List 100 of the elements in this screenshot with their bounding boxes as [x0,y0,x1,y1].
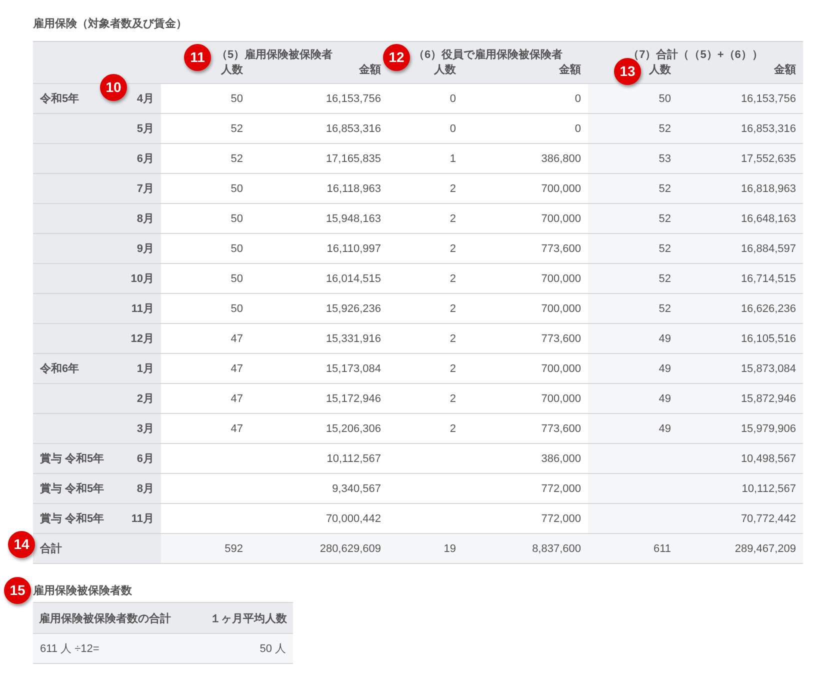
table-cell: 52 [588,234,678,264]
callout-badge: 15 [4,577,31,604]
row-label: 賞与 令和5年 [33,474,111,504]
table-cell: 52 [161,114,250,144]
table-cell: 611 [588,534,678,564]
table-cell: 10,112,567 [250,444,388,474]
table-cell: 611 人 ÷12= [33,634,193,664]
table-cell: 52 [588,174,678,204]
table-cell: 47 [161,324,250,354]
column-group-header: （7）合計（（5）+（6）） [588,42,803,62]
month-label: 5月 [111,114,161,144]
table-cell: 16,110,997 [250,234,388,264]
table-cell: 16,648,163 [678,204,803,234]
table-cell: 2 [388,234,463,264]
table-cell: 52 [161,144,250,174]
table-cell: 15,331,916 [250,324,388,354]
table-cell: 16,153,756 [250,84,388,114]
table-cell: 49 [588,324,678,354]
table-cell: 0 [388,84,463,114]
column-header: 金額 [463,62,588,84]
table-cell: 16,105,516 [678,324,803,354]
table-cell: 49 [588,384,678,414]
month-label: 8月 [111,204,161,234]
table-cell: 50 [161,234,250,264]
table-cell: 16,884,597 [678,234,803,264]
table-cell: 15,172,946 [250,384,388,414]
row-label: 令和6年 [33,354,111,384]
section-title: 雇用保険（対象者数及び賃金） [33,16,188,32]
month-label: 6月 [111,444,161,474]
table-cell: 15,872,946 [678,384,803,414]
table-cell: 52 [588,204,678,234]
table-cell: 16,853,316 [250,114,388,144]
month-label: 1月 [111,354,161,384]
table-cell: 0 [388,114,463,144]
table-cell: 592 [161,534,250,564]
table-cell: 2 [388,204,463,234]
table-cell: 2 [388,174,463,204]
month-label: 10月 [111,264,161,294]
table-cell: 2 [388,354,463,384]
table-cell: 17,165,835 [250,144,388,174]
table-cell: 16,714,515 [678,264,803,294]
table-cell: 289,467,209 [678,534,803,564]
table-cell: 50 [161,84,250,114]
table-cell: 2 [388,264,463,294]
table-cell: 1 [388,144,463,174]
table-cell: 10,112,567 [678,474,803,504]
month-label: 2月 [111,384,161,414]
table-cell: 50 [161,294,250,324]
table-cell: 16,118,963 [250,174,388,204]
callout-badge: 14 [8,531,35,558]
table-cell: 17,552,635 [678,144,803,174]
table-cell: 49 [588,414,678,444]
table-cell: 15,948,163 [250,204,388,234]
table-cell: 2 [388,294,463,324]
table-cell: 15,926,236 [250,294,388,324]
month-label: 8月 [111,474,161,504]
table-cell: 16,853,316 [678,114,803,144]
row-label: 合計 [33,534,161,564]
month-label: 9月 [111,234,161,264]
table-cell: 50 [161,174,250,204]
table-cell: 47 [161,414,250,444]
table-cell: 19 [388,534,463,564]
table-cell: 15,206,306 [250,414,388,444]
column-header: 雇用保険被保険者数の合計 [33,602,193,634]
table-cell: 2 [388,414,463,444]
table-cell: 47 [161,384,250,414]
month-label: 3月 [111,414,161,444]
column-header: 金額 [678,62,803,84]
month-label: 6月 [111,144,161,174]
column-header: 金額 [250,62,388,84]
table-cell: 15,979,906 [678,414,803,444]
table-cell: 50 [588,84,678,114]
table-cell: 2 [388,324,463,354]
table-cell: 15,173,084 [250,354,388,384]
table-cell: 15,873,084 [678,354,803,384]
table-cell: 50 [161,264,250,294]
table-cell: 16,626,236 [678,294,803,324]
table-cell: 8,837,600 [463,534,588,564]
table-cell: 9,340,567 [250,474,388,504]
table-cell: 70,772,442 [678,504,803,534]
month-label: 11月 [111,294,161,324]
row-label: 賞与 令和5年 [33,444,111,474]
row-label: 賞与 令和5年 [33,504,111,534]
month-label: 7月 [111,174,161,204]
month-label: 12月 [111,324,161,354]
table-cell: 50 人 [193,634,293,664]
month-label: 11月 [111,504,161,534]
table-cell: 10,498,567 [678,444,803,474]
table-cell: 16,153,756 [678,84,803,114]
table-cell: 2 [388,384,463,414]
section-title: 雇用保険被保険者数 [33,584,133,599]
table-cell: 280,629,609 [250,534,388,564]
table-cell: 47 [161,354,250,384]
table-cell: 53 [588,144,678,174]
table-cell: 16,014,515 [250,264,388,294]
table-cell: 52 [588,114,678,144]
table-cell: 16,818,963 [678,174,803,204]
table-cell: 50 [161,204,250,234]
table-cell: 52 [588,264,678,294]
column-header: １ヶ月平均人数 [193,602,293,634]
